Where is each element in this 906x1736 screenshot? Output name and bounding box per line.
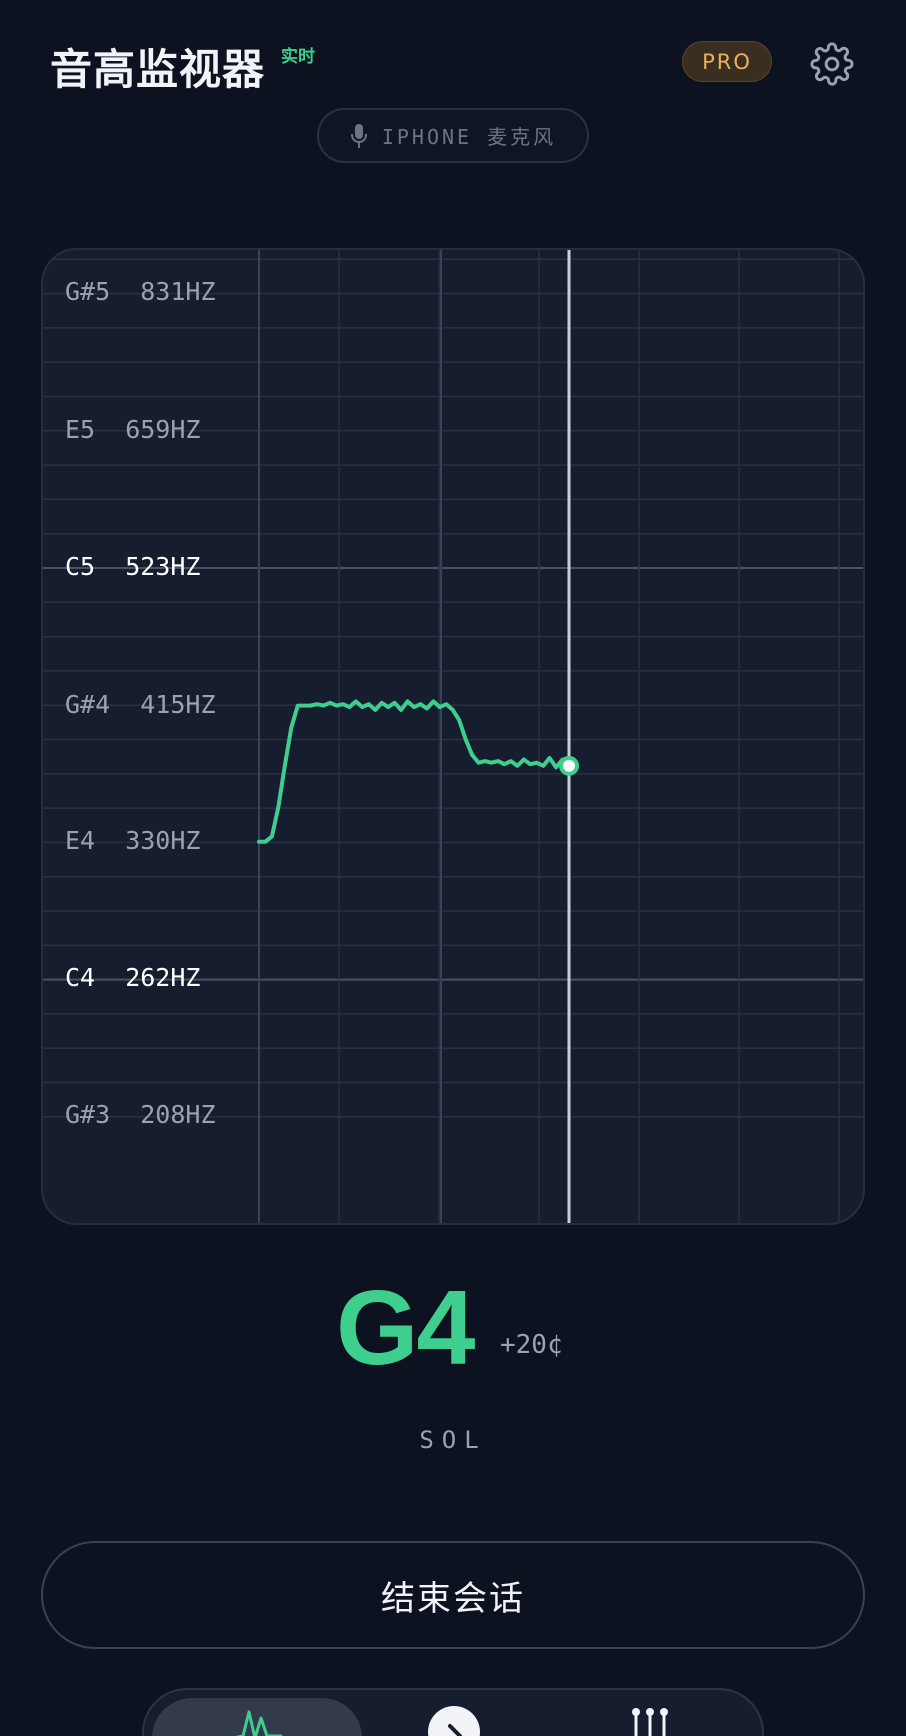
pitch-chart[interactable]: G#5 831HZ E5 659HZ C5 523HZ G#4 415HZ E4 330…: [41, 248, 865, 1225]
tuner-dial-icon: [428, 1706, 480, 1736]
pitch-monitor-screen: 音高监视器 实时 PRO IPHONE 麦克风 G#5 831HZ E5 659H…: [0, 0, 906, 1736]
waveform-icon: [235, 1710, 283, 1736]
tab-mixer[interactable]: [624, 1702, 684, 1736]
pitch-axis-label: E4 330HZ: [65, 825, 201, 855]
settings-button[interactable]: [808, 40, 856, 88]
current-note-name: G4: [336, 1269, 475, 1387]
gear-icon: [810, 42, 854, 86]
tab-tuner[interactable]: [424, 1702, 484, 1736]
input-source-pill[interactable]: IPHONE 麦克风: [317, 108, 589, 163]
input-source-label: IPHONE 麦克风: [381, 125, 557, 149]
mixer-sliders-icon: [632, 1708, 668, 1736]
pitch-axis-label: G#5 831HZ: [65, 277, 216, 307]
pitch-axis-label: E5 659HZ: [65, 415, 201, 445]
tab-waveform[interactable]: [229, 1702, 289, 1736]
pitch-axis-label: G#3 208HZ: [65, 1099, 216, 1129]
microphone-icon: [350, 123, 367, 148]
pitch-axis-label: G#4 415HZ: [65, 689, 216, 719]
tab-bar: [142, 1688, 764, 1736]
pitch-axis-label: C4 262HZ: [65, 962, 201, 992]
pitch-chart-canvas: [43, 250, 863, 1223]
pitch-axis-label: C5 523HZ: [65, 552, 201, 582]
pro-badge[interactable]: PRO: [682, 41, 772, 82]
current-pitch-marker-core: [563, 759, 575, 772]
app-title: 音高监视器: [50, 45, 266, 94]
current-note-cents: +20¢: [500, 1330, 563, 1360]
live-badge: 实时: [281, 47, 315, 67]
pitch-trace-line: [257, 699, 571, 844]
end-session-button[interactable]: 结束会话: [41, 1541, 865, 1649]
current-note-solfege: SOL: [419, 1426, 487, 1454]
